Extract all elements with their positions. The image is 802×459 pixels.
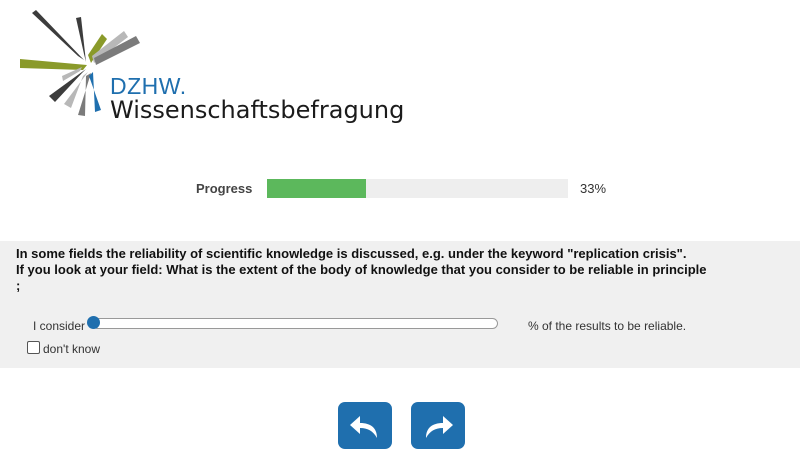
slider-suffix-label: % of the results to be reliable. bbox=[528, 319, 687, 333]
question-panel: In some fields the reliability of scient… bbox=[0, 241, 800, 368]
question-text: In some fields the reliability of scient… bbox=[16, 246, 786, 294]
dont-know-label[interactable]: don't know bbox=[43, 342, 100, 356]
slider-prefix-label: I consider bbox=[33, 319, 86, 333]
progress-fill bbox=[267, 179, 367, 198]
question-line-1: In some fields the reliability of scient… bbox=[16, 246, 687, 261]
next-button[interactable] bbox=[411, 402, 465, 449]
progress-label: Progress bbox=[196, 181, 253, 196]
back-button[interactable] bbox=[338, 402, 392, 449]
back-arrow-icon bbox=[350, 415, 377, 438]
question-line-3: ; bbox=[16, 278, 21, 293]
reliability-slider[interactable] bbox=[87, 316, 498, 329]
progress-value: 33% bbox=[580, 181, 607, 196]
forward-arrow-icon bbox=[426, 415, 453, 438]
dont-know-checkbox[interactable] bbox=[27, 341, 40, 354]
logo-name-text: Wissenschaftsbefragung bbox=[110, 96, 405, 124]
progress-bar bbox=[267, 179, 568, 198]
question-line-2: If you look at your field: What is the e… bbox=[16, 262, 707, 277]
dzhw-logo: DZHW. Wissenschaftsbefragung bbox=[14, 10, 404, 124]
slider-thumb[interactable] bbox=[87, 316, 100, 329]
